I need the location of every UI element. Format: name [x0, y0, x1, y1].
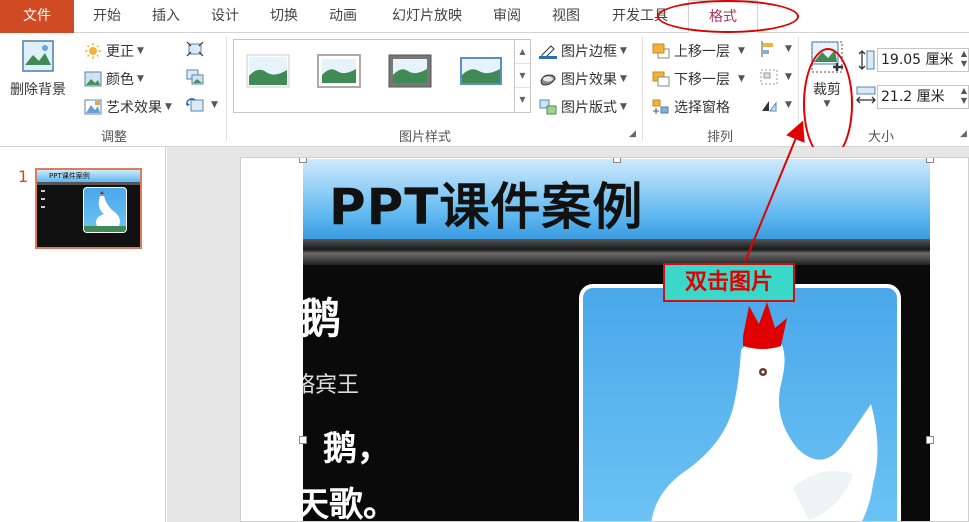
annotation-callout: 双击图片	[663, 263, 795, 302]
annotation-arrow	[744, 120, 805, 263]
